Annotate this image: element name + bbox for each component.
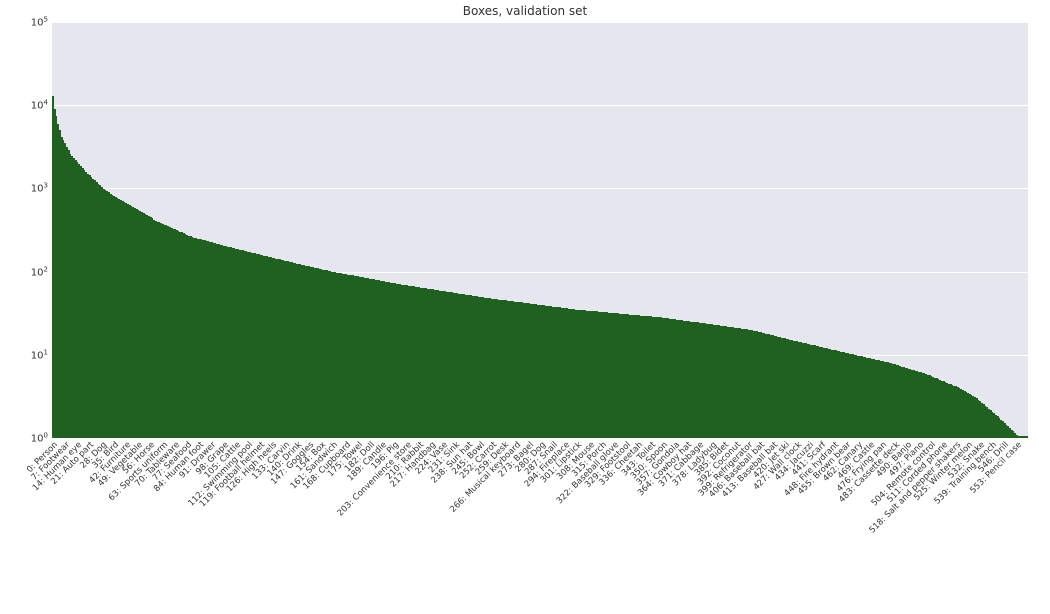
y-tick-label: 104 [4, 99, 48, 112]
y-tick-label: 105 [4, 15, 48, 28]
grid-line [52, 105, 1028, 106]
plot-area [52, 22, 1028, 438]
grid-line [52, 188, 1028, 189]
bar-chart-figure: Boxes, validation set 100 101 102 103 104 105… [0, 0, 1050, 614]
y-tick-label: 103 [4, 182, 48, 195]
chart-title: Boxes, validation set [0, 4, 1050, 18]
x-axis-ticks: 0: Person7: Footwear14: Human eye21: Aut… [52, 440, 1028, 610]
y-tick-label: 101 [4, 348, 48, 361]
grid-line [52, 22, 1028, 23]
bar [1026, 436, 1028, 438]
y-tick-label: 102 [4, 265, 48, 278]
y-tick-label: 100 [4, 431, 48, 444]
